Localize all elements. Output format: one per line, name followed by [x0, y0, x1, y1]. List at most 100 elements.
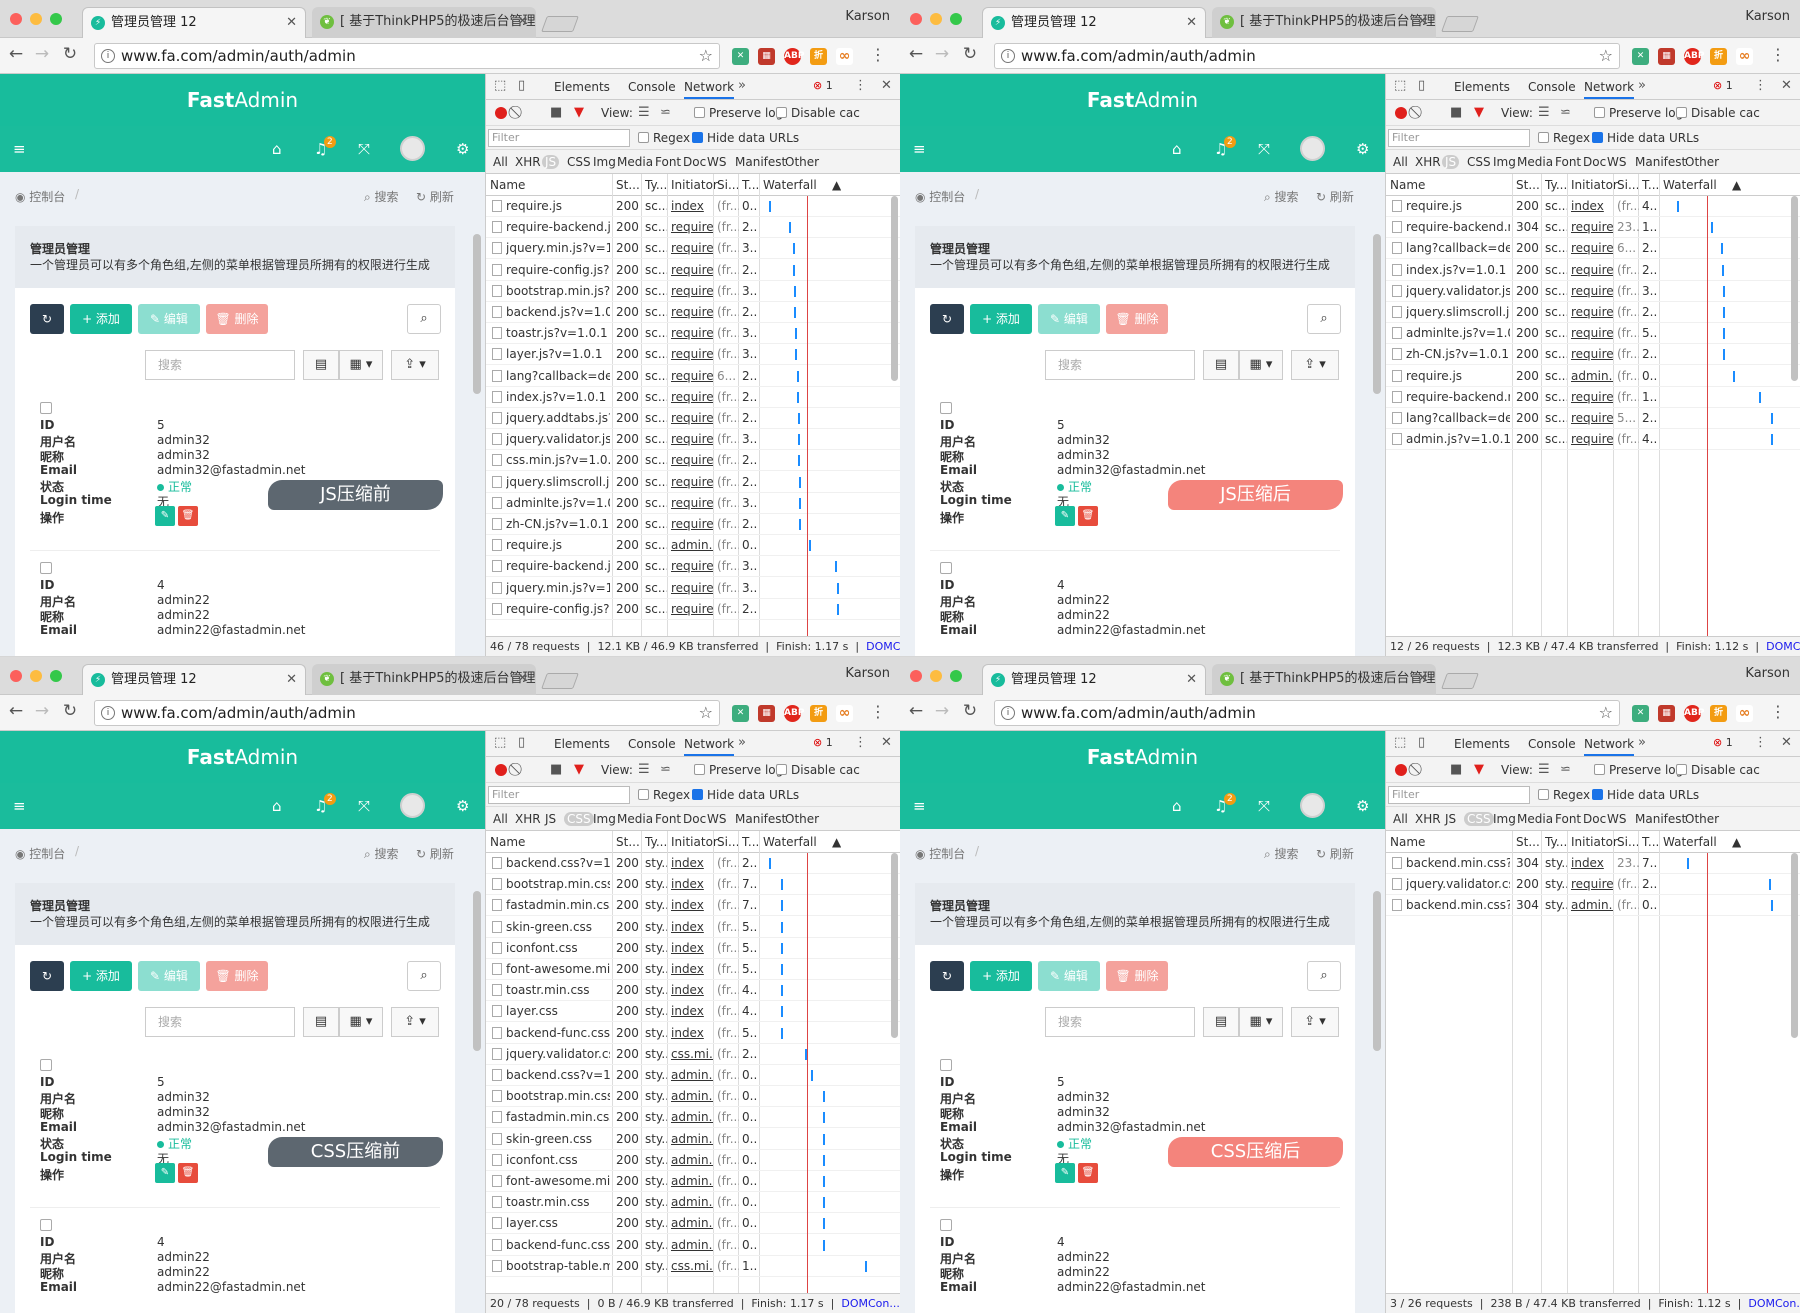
breadcrumb-home[interactable]: ◉ 控制台 [15, 845, 65, 862]
refresh-button[interactable]: ↻ [30, 304, 64, 334]
row-edit-button[interactable]: ✎ [155, 506, 175, 526]
table-row[interactable]: skin-green.css 200 sty... admin... (fr...0..… [486, 1129, 900, 1150]
type-filter-manifest[interactable]: Manifest [732, 812, 789, 826]
address-bar[interactable]: i www.fa.com/admin/auth/admin ☆ [94, 43, 720, 69]
tab-elements[interactable]: Elements [1454, 737, 1510, 751]
table-row[interactable]: fastadmin.min.css 200 sty... index (fr...7..… [486, 895, 900, 917]
edit-button[interactable]: ✎ 编辑 [138, 961, 200, 991]
row-checkbox[interactable] [40, 402, 52, 414]
back-icon[interactable]: ← [906, 701, 926, 721]
table-row[interactable]: require-config.js?v=... 200 sc... require..… [486, 599, 900, 620]
extension-infinity-icon[interactable]: ∞ [1736, 705, 1753, 722]
tab-elements[interactable]: Elements [554, 80, 610, 94]
devtools-menu-icon[interactable]: ⋮ [1754, 735, 1767, 750]
more-tabs-icon[interactable]: » [1638, 78, 1646, 93]
table-row[interactable]: admin.js?v=1.0.1 200 sc... require... (fr...… [1386, 429, 1800, 451]
hamburger-menu-icon[interactable]: ≡ [13, 140, 26, 158]
extension-orange-icon[interactable]: 折 [810, 48, 827, 65]
col-initiator[interactable]: Initiator [671, 178, 718, 192]
close-window-button[interactable] [10, 13, 22, 25]
extension-green-icon[interactable]: ✕ [1632, 48, 1649, 65]
table-row[interactable]: require-backend.min... 200 sc... require...… [1386, 387, 1800, 408]
cell-initiator[interactable]: admin... [671, 1238, 713, 1252]
table-row[interactable]: require-backend.js?v... 200 sc... require..… [486, 556, 900, 578]
info-icon[interactable]: i [1001, 706, 1015, 720]
close-tab-icon[interactable]: ✕ [286, 665, 297, 695]
type-filter-other[interactable]: Other [1682, 812, 1722, 826]
add-button[interactable]: + 添加 [970, 961, 1032, 991]
overview-icon[interactable]: ⋍ [660, 105, 671, 120]
disable-cache-checkbox[interactable]: Disable cac [1676, 763, 1760, 777]
disable-cache-checkbox[interactable]: Disable cac [776, 106, 860, 120]
type-filter-manifest[interactable]: Manifest [732, 155, 789, 169]
cell-initiator[interactable]: index [671, 898, 713, 912]
row-edit-button[interactable]: ✎ [155, 1163, 175, 1183]
disable-cache-checkbox[interactable]: Disable cac [776, 763, 860, 777]
extension-red-icon[interactable]: ▦ [758, 48, 775, 65]
profile-name[interactable]: Karson [845, 9, 890, 24]
table-row[interactable]: zh-CN.js?v=1.0.1 200 sc... require... (fr...… [1386, 344, 1800, 366]
table-row[interactable]: backend-func.css 200 sty... index (fr...5... [486, 1023, 900, 1044]
preserve-log-checkbox[interactable]: Preserve log [694, 763, 783, 777]
tab-console[interactable]: Console [1528, 80, 1576, 94]
breadcrumb-refresh[interactable]: ↻ 刷新 [416, 188, 454, 205]
col-waterfall[interactable]: Waterfall [1663, 178, 1717, 192]
cell-initiator[interactable]: admin... [671, 1174, 713, 1188]
table-row[interactable]: adminlte.js?v=1.0.1 200 sc... require... (fr… [1386, 323, 1800, 345]
export-icon[interactable]: ⇪ ▾ [391, 1007, 439, 1037]
row-checkbox[interactable] [940, 1059, 952, 1071]
adblock-icon[interactable]: ABP [1684, 48, 1704, 65]
cell-initiator[interactable]: admin... [1571, 898, 1613, 912]
col-status[interactable]: St... [616, 178, 640, 192]
search-toggle-button[interactable]: ⌕ [407, 961, 441, 991]
col-status[interactable]: St... [616, 835, 640, 849]
cell-initiator[interactable]: require... [1571, 347, 1613, 361]
table-row[interactable]: require-backend.min... 304 sc... require...… [1386, 217, 1800, 239]
breadcrumb-home[interactable]: ◉ 控制台 [15, 188, 65, 205]
cell-initiator[interactable]: index [671, 962, 713, 976]
tab-network[interactable]: Network [684, 737, 735, 756]
row-checkbox[interactable] [940, 562, 952, 574]
browser-menu-icon[interactable]: ⋮ [870, 45, 886, 64]
large-rows-icon[interactable]: ☰ [1538, 105, 1550, 120]
page-scrollbar[interactable] [473, 891, 481, 1051]
extension-infinity-icon[interactable]: ∞ [836, 705, 853, 722]
col-time[interactable]: T... [1642, 178, 1659, 192]
extension-orange-icon[interactable]: 折 [810, 705, 827, 722]
filter-input[interactable]: Filter [488, 129, 630, 147]
cell-initiator[interactable]: require... [671, 602, 713, 616]
breadcrumb-home[interactable]: ◉ 控制台 [915, 845, 965, 862]
table-row[interactable]: zh-CN.js?v=1.0.1 200 sc... require... (fr...… [486, 514, 900, 535]
col-waterfall[interactable]: Waterfall [763, 835, 817, 849]
adblock-icon[interactable]: ABP [784, 705, 804, 722]
cell-initiator[interactable]: require... [1571, 305, 1613, 319]
delete-button[interactable]: 🗑 删除 [206, 961, 268, 991]
cell-initiator[interactable]: admin... [671, 1216, 713, 1230]
cell-initiator[interactable]: require... [671, 305, 713, 319]
disable-cache-checkbox[interactable]: Disable cac [1676, 106, 1760, 120]
minimize-window-button[interactable] [30, 13, 42, 25]
more-tabs-icon[interactable]: » [738, 735, 746, 750]
col-time[interactable]: T... [1642, 835, 1659, 849]
cell-initiator[interactable]: require... [671, 220, 713, 234]
minimize-window-button[interactable] [30, 670, 42, 682]
tab-thinkphp[interactable]: ❦ [ 基于ThinkPHP5的极速后台管理 ✕ [312, 664, 536, 695]
table-row[interactable]: jquery.slimscroll.js?v... 200 sc... require… [1386, 302, 1800, 323]
info-icon[interactable]: i [101, 706, 115, 720]
close-tab-icon[interactable]: ✕ [1186, 665, 1197, 695]
request-list-scrollbar[interactable] [1791, 196, 1798, 381]
cell-initiator[interactable]: index [671, 983, 713, 997]
type-filter-xhr[interactable]: XHR [512, 812, 544, 826]
cell-initiator[interactable]: require... [1571, 877, 1613, 891]
col-initiator[interactable]: Initiator [1571, 178, 1618, 192]
type-filter-js[interactable]: JS [1442, 812, 1459, 826]
type-filter-all[interactable]: All [490, 812, 511, 826]
close-window-button[interactable] [10, 670, 22, 682]
info-icon[interactable]: i [1001, 49, 1015, 63]
col-type[interactable]: Ty... [645, 178, 667, 192]
table-search-input[interactable]: 搜索 [1045, 350, 1195, 380]
table-row[interactable]: css.min.js?v=1.0.1 200 sc... require... (fr.… [486, 450, 900, 472]
cell-initiator[interactable]: require... [671, 559, 713, 573]
cell-initiator[interactable]: index [671, 877, 713, 891]
table-search-input[interactable]: 搜索 [1045, 1007, 1195, 1037]
